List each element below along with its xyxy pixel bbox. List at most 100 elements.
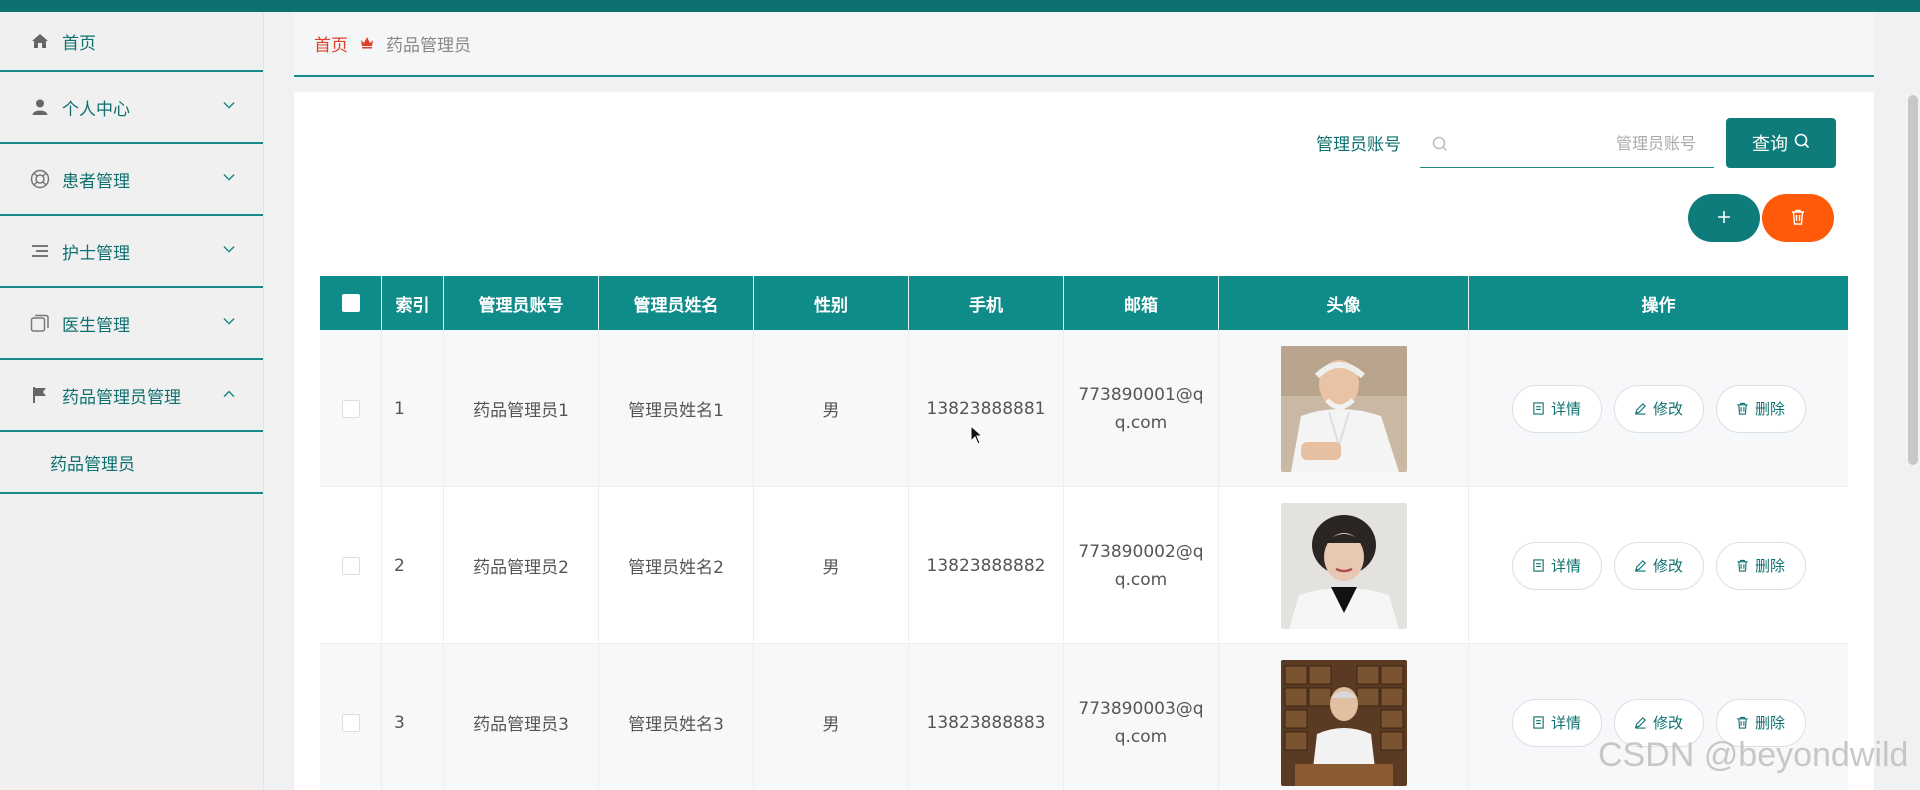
content-panel: 管理员账号 查询 索引 (294, 92, 1874, 790)
account-cell: 药品管理员1 (444, 330, 599, 487)
sidebar-subitem-drug-admin[interactable]: 药品管理员 (0, 432, 263, 494)
batch-delete-button[interactable] (1762, 194, 1834, 242)
sidebar-item-doctors[interactable]: 医生管理 (0, 288, 263, 360)
account-cell: 药品管理员3 (444, 644, 599, 790)
edit-label: 修改 (1652, 558, 1683, 575)
row-select-cell (320, 644, 382, 790)
avatar-cell (1219, 330, 1469, 487)
column-header: 邮箱 (1064, 276, 1219, 330)
detail-button[interactable]: 详情 (1511, 384, 1602, 433)
index-cell: 1 (382, 330, 444, 487)
name-cell: 管理员姓名2 (599, 487, 754, 644)
delete-button[interactable]: 删除 (1715, 541, 1806, 590)
sidebar-item-patients[interactable]: 患者管理 (0, 144, 263, 216)
sidebar: 首页 个人中心 患者管理 护士管理 医生管理 药品管理员管理 药品管理员 (0, 12, 264, 790)
chevron-down-icon (223, 243, 235, 257)
add-button[interactable] (1688, 194, 1760, 242)
actions-cell: 详情 修改 删除 (1469, 487, 1848, 644)
column-header: 性别 (754, 276, 909, 330)
gender-cell: 男 (754, 644, 909, 790)
search-label: 管理员账号 (1316, 135, 1401, 155)
edit-button[interactable]: 修改 (1613, 384, 1704, 433)
edit-icon (1635, 403, 1646, 415)
row-checkbox[interactable] (341, 713, 360, 732)
row-checkbox[interactable] (341, 399, 360, 418)
document-icon (1533, 559, 1544, 572)
sidebar-item-label: 个人中心 (62, 99, 130, 120)
delete-button[interactable]: 删除 (1715, 384, 1806, 433)
account-cell: 药品管理员2 (444, 487, 599, 644)
email-cell: 773890002@qq.com (1064, 487, 1219, 644)
column-header: 操作 (1641, 295, 1676, 316)
column-header: 管理员姓名 (599, 276, 754, 330)
column-header: 头像 (1219, 276, 1469, 330)
plus-icon (1716, 205, 1732, 231)
avatar-cell (1219, 644, 1469, 790)
search-input[interactable] (1460, 130, 1706, 160)
delete-label: 删除 (1754, 558, 1785, 575)
detail-button[interactable]: 详情 (1511, 541, 1602, 590)
sidebar-item-label: 医生管理 (62, 315, 130, 336)
select-all-checkbox[interactable] (341, 294, 360, 312)
sidebar-item-home[interactable]: 首页 (0, 12, 263, 72)
top-bar (0, 0, 1920, 12)
detail-button[interactable]: 详情 (1511, 698, 1602, 747)
search-icon (1794, 133, 1810, 154)
copy-icon (30, 313, 50, 333)
sidebar-item-nurses[interactable]: 护士管理 (0, 216, 263, 288)
name-cell: 管理员姓名1 (599, 330, 754, 487)
sidebar-item-personal-center[interactable]: 个人中心 (0, 72, 263, 144)
edit-icon (1635, 560, 1646, 572)
phone-cell: 13823888882 (909, 487, 1064, 644)
row-select-cell (320, 487, 382, 644)
gender-cell: 男 (754, 487, 909, 644)
breadcrumb-home[interactable]: 首页 (314, 31, 348, 56)
name-cell: 管理员姓名3 (599, 644, 754, 790)
sidebar-item-label: 药品管理员管理 (62, 387, 181, 408)
search-button-label: 查询 (1752, 134, 1788, 154)
detail-label: 详情 (1550, 715, 1581, 732)
column-header: 索引 (382, 276, 444, 330)
index-cell: 2 (382, 487, 444, 644)
edit-icon (1635, 717, 1646, 729)
chevron-down-icon (223, 171, 235, 185)
breadcrumb-current: 药品管理员 (386, 36, 471, 56)
edit-label: 修改 (1652, 401, 1683, 418)
phone-cell: 13823888883 (909, 644, 1064, 790)
email-cell: 773890001@qq.com (1064, 330, 1219, 487)
sidebar-subitem-label: 药品管理员 (50, 454, 135, 475)
trash-icon (1737, 402, 1748, 415)
page-scrollbar[interactable] (1906, 95, 1920, 465)
column-header: 手机 (909, 276, 1064, 330)
sidebar-item-label: 护士管理 (62, 243, 130, 264)
trash-icon (1791, 209, 1805, 228)
main-content: 首页 药品管理员 管理员账号 查询 (264, 12, 1920, 790)
avatar (1280, 659, 1407, 786)
document-icon (1533, 402, 1544, 415)
detail-label: 详情 (1550, 401, 1581, 418)
crown-icon (360, 35, 374, 53)
sidebar-item-label: 患者管理 (62, 171, 130, 192)
search-icon (1432, 136, 1448, 152)
delete-label: 删除 (1754, 401, 1785, 418)
search-button[interactable]: 查询 (1726, 118, 1836, 168)
table-row: 1 药品管理员1 管理员姓名1 男 13823888881 773890001@… (320, 330, 1848, 487)
edit-label: 修改 (1652, 715, 1683, 732)
lifebuoy-icon (30, 169, 50, 189)
trash-icon (1737, 716, 1748, 729)
user-icon (30, 97, 50, 117)
breadcrumb: 首页 药品管理员 (294, 12, 1874, 77)
index-cell: 3 (382, 644, 444, 790)
table-row: 2 药品管理员2 管理员姓名2 男 13823888882 773890002@… (320, 487, 1848, 644)
mouse-cursor-icon (970, 425, 984, 445)
row-checkbox[interactable] (341, 556, 360, 575)
delete-label: 删除 (1754, 715, 1785, 732)
search-field (1420, 122, 1714, 168)
email-text: 773890003@qq.com (1078, 698, 1204, 747)
phone-cell: 13823888881 (909, 330, 1064, 487)
scrollbar-thumb[interactable] (1908, 95, 1918, 465)
avatar-cell (1219, 487, 1469, 644)
sidebar-item-drug-admin-management[interactable]: 药品管理员管理 (0, 360, 263, 432)
watermark: CSDN @beyondwild (1598, 736, 1909, 774)
edit-button[interactable]: 修改 (1613, 541, 1704, 590)
